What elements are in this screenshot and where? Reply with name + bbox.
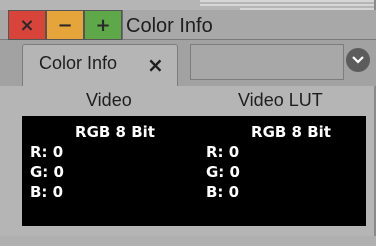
video-blue-value: B: 0 <box>30 183 64 201</box>
title-separator <box>122 10 123 40</box>
video-format-label: RGB 8 Bit <box>75 123 155 141</box>
color-info-window: × − + Color Info Color Info × Video Vide… <box>0 0 376 246</box>
video-lut-format-label: RGB 8 Bit <box>251 123 331 141</box>
video-green-value: G: 0 <box>30 163 64 181</box>
maximize-icon: + <box>95 14 111 36</box>
minimize-window-button[interactable]: − <box>46 10 84 40</box>
video-red-value: R: 0 <box>30 143 64 161</box>
title-bar[interactable]: × − + Color Info <box>0 10 376 40</box>
video-lut-readout: RGB 8 Bit R: 0 G: 0 B: 0 <box>206 122 376 202</box>
video-lut-red-value: R: 0 <box>206 143 240 161</box>
minimize-icon: − <box>57 14 73 36</box>
panel-menu-button[interactable] <box>346 48 370 72</box>
tab-close-button[interactable]: × <box>147 55 164 75</box>
tab-bar: Color Info × <box>0 40 376 86</box>
tab-color-info[interactable]: Color Info × <box>22 44 178 86</box>
close-window-button[interactable]: × <box>8 10 46 40</box>
window-title: Color Info <box>126 15 213 37</box>
maximize-window-button[interactable]: + <box>84 10 122 40</box>
empty-tab-area <box>190 44 344 80</box>
chevron-down-icon <box>352 56 364 64</box>
video-readout: RGB 8 Bit R: 0 G: 0 B: 0 <box>30 122 200 202</box>
backdrop-line <box>200 4 374 6</box>
backdrop-line <box>200 0 374 2</box>
video-lut-blue-value: B: 0 <box>206 183 240 201</box>
bottom-edge <box>0 236 376 246</box>
close-icon: × <box>19 14 35 36</box>
tab-label: Color Info <box>39 53 118 73</box>
video-column-header: Video <box>86 90 132 110</box>
color-readout-panel: RGB 8 Bit R: 0 G: 0 B: 0 RGB 8 Bit R: 0 … <box>22 116 366 226</box>
video-lut-green-value: G: 0 <box>206 163 240 181</box>
video-lut-column-header: Video LUT <box>238 90 323 110</box>
